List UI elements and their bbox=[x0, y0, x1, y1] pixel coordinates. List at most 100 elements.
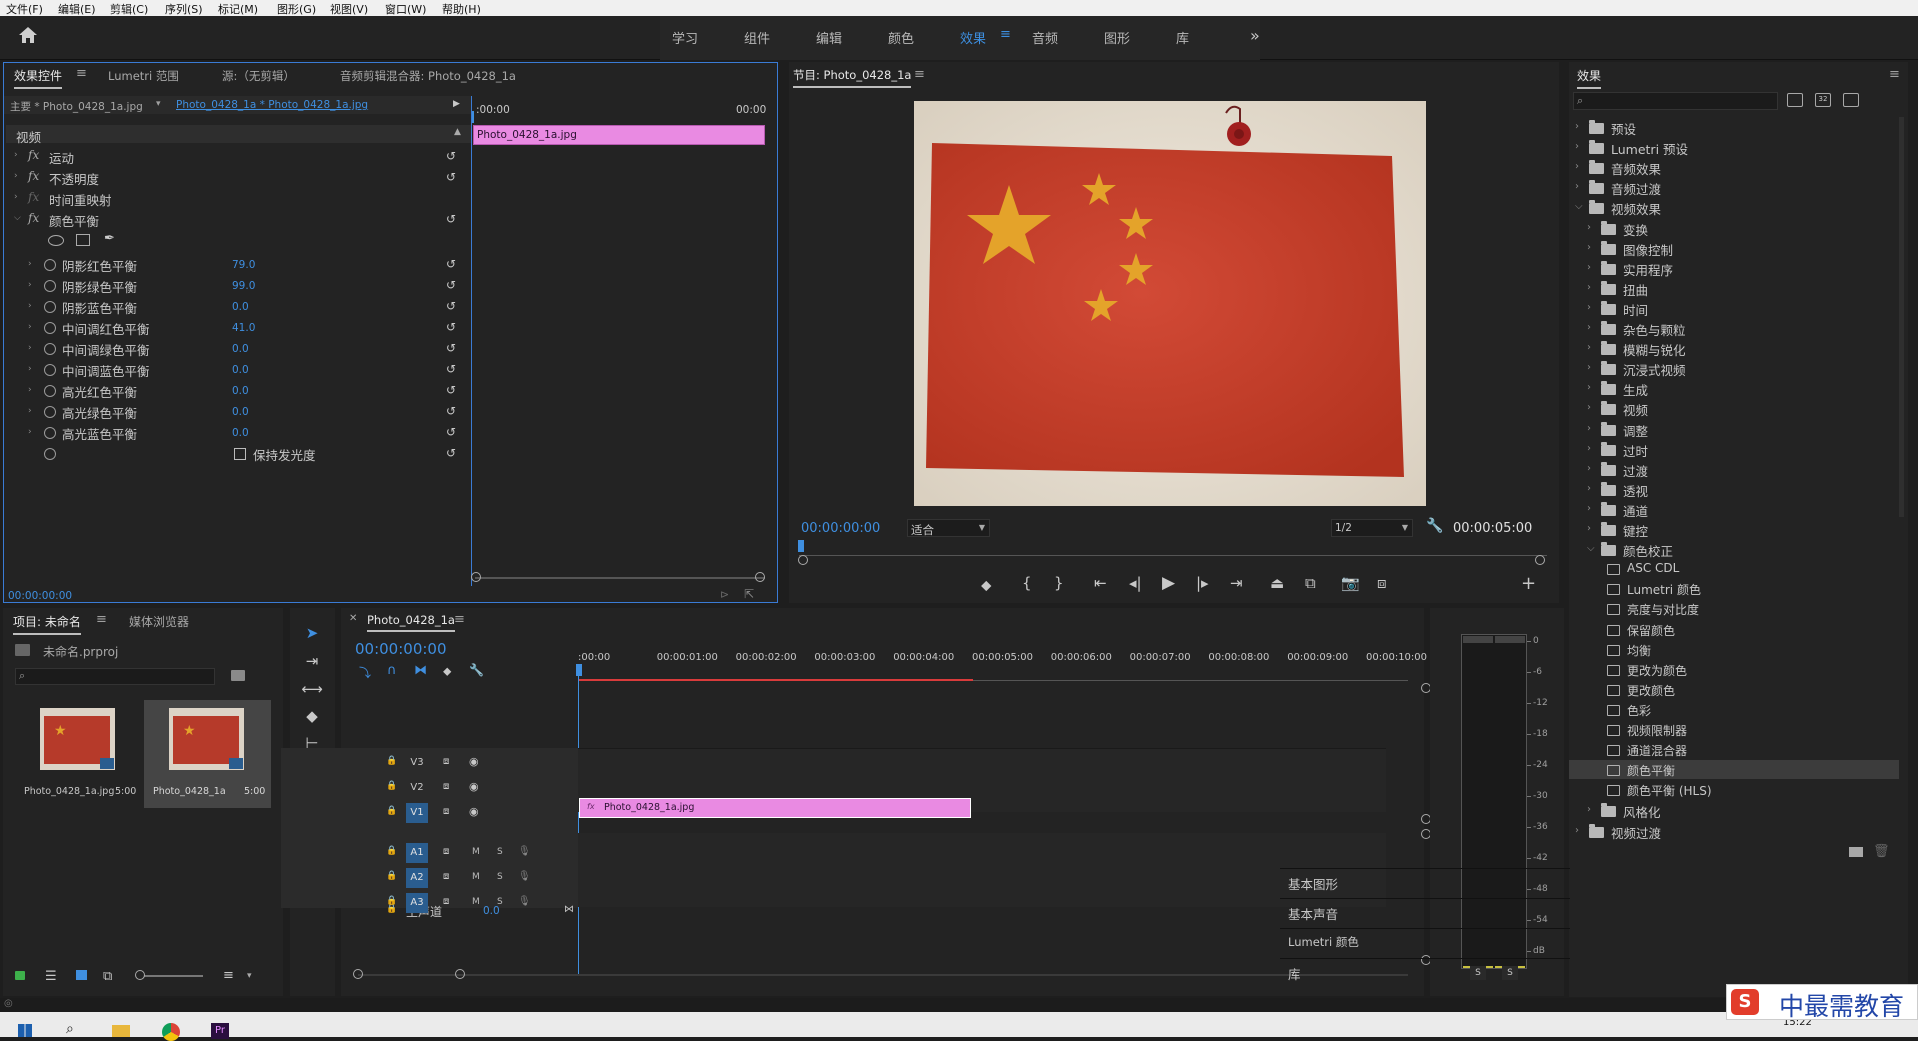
workspace-tab[interactable]: 学习 bbox=[672, 28, 698, 47]
razor-tool-icon[interactable]: ◆ bbox=[301, 707, 323, 729]
extract-icon[interactable]: ⧉ bbox=[1305, 574, 1316, 592]
fx-badge-icon[interactable]: fx bbox=[28, 148, 39, 162]
stopwatch-icon[interactable] bbox=[44, 364, 56, 376]
expand-chevron-icon[interactable]: › bbox=[14, 150, 18, 160]
stopwatch-icon[interactable] bbox=[44, 448, 56, 460]
solo-button[interactable]: S bbox=[497, 897, 503, 907]
panel-menu-icon[interactable]: ≡ bbox=[96, 612, 107, 627]
workspace-tab[interactable]: 库 bbox=[1176, 28, 1189, 47]
expand-chevron-icon[interactable]: › bbox=[1587, 302, 1591, 313]
param-value[interactable]: 0.0 bbox=[232, 406, 249, 418]
stopwatch-icon[interactable] bbox=[44, 406, 56, 418]
wrench-icon[interactable]: 🔧 bbox=[469, 663, 484, 677]
expand-chevron-icon[interactable]: ⌵ bbox=[14, 213, 21, 223]
reset-icon[interactable]: ↺ bbox=[446, 383, 460, 397]
zoom-slider[interactable] bbox=[137, 975, 203, 977]
effect-tree-item[interactable]: 通道混合器 bbox=[1627, 742, 1687, 762]
button-editor-icon[interactable]: + bbox=[1521, 573, 1536, 594]
project-item[interactable]: ★ Photo_0428_1a.jpg 5:00 bbox=[15, 700, 136, 808]
lock-icon[interactable]: 🔒 bbox=[386, 896, 397, 906]
program-playhead[interactable] bbox=[798, 540, 804, 552]
tab-media-browser[interactable]: 媒体浏览器 bbox=[129, 613, 189, 630]
effect-tree-item[interactable]: 颜色平衡 bbox=[1627, 762, 1675, 782]
effect-tree-item[interactable]: 视频 bbox=[1623, 400, 1648, 420]
chrome-icon[interactable] bbox=[162, 1023, 180, 1041]
expand-chevron-icon[interactable]: › bbox=[1587, 342, 1591, 353]
eye-icon[interactable]: ◉ bbox=[469, 805, 479, 818]
effect-tree-item[interactable]: 沉浸式视频 bbox=[1623, 360, 1686, 380]
effect-tree-item[interactable]: 过时 bbox=[1623, 441, 1648, 461]
reset-icon[interactable]: ↺ bbox=[446, 341, 460, 355]
workspace-menu-icon[interactable]: ≡ bbox=[1000, 27, 1011, 42]
expand-chevron-icon[interactable]: ⌵ bbox=[1587, 543, 1595, 554]
tab-project[interactable]: 项目: 未命名 bbox=[13, 613, 81, 635]
ripple-edit-tool-icon[interactable]: ⟷ bbox=[301, 680, 323, 702]
stopwatch-icon[interactable] bbox=[44, 301, 56, 313]
expand-chevron-icon[interactable]: › bbox=[1587, 282, 1591, 293]
play-icon[interactable]: ▶ bbox=[1162, 573, 1175, 593]
param-value[interactable]: 79.0 bbox=[232, 259, 255, 271]
timeline-timecode[interactable]: 00:00:00:00 bbox=[355, 640, 447, 658]
track-target-a3[interactable]: A3 bbox=[406, 893, 428, 913]
expand-chevron-icon[interactable]: › bbox=[28, 301, 32, 311]
menu-item[interactable]: 窗口(W) bbox=[385, 1, 426, 17]
timeline-h-scrollbar[interactable] bbox=[358, 974, 1408, 976]
reset-icon[interactable]: ↺ bbox=[446, 278, 460, 292]
track-target-v3[interactable]: V3 bbox=[406, 753, 428, 773]
tab-effect-controls[interactable]: 效果控件 bbox=[14, 67, 63, 89]
mute-button[interactable]: M bbox=[472, 872, 480, 882]
close-icon[interactable]: ✕ bbox=[349, 613, 357, 624]
step-back-icon[interactable]: ◂| bbox=[1129, 574, 1142, 592]
effect-tree-item[interactable]: 更改为颜色 bbox=[1627, 662, 1687, 682]
mark-in-icon[interactable]: { bbox=[1022, 574, 1032, 592]
effect-tree-item[interactable]: Lumetri 预设 bbox=[1611, 139, 1688, 159]
expand-chevron-icon[interactable]: › bbox=[28, 406, 32, 416]
windows-start-icon[interactable] bbox=[18, 1024, 32, 1037]
reset-icon[interactable]: ↺ bbox=[446, 362, 460, 376]
effect-tree-item[interactable]: 调整 bbox=[1623, 421, 1648, 441]
menu-item[interactable]: 编辑(E) bbox=[58, 1, 96, 17]
sort-icon[interactable]: ≡ bbox=[223, 968, 234, 983]
param-value[interactable]: 0.0 bbox=[232, 301, 249, 313]
ec-zoom-handle-left[interactable] bbox=[471, 572, 481, 582]
h-scroll-handle-left[interactable] bbox=[353, 969, 363, 979]
stopwatch-icon[interactable] bbox=[44, 322, 56, 334]
expand-chevron-icon[interactable]: › bbox=[1575, 121, 1579, 132]
effect-tree-item[interactable]: 杂色与颗粒 bbox=[1623, 320, 1686, 340]
menu-item[interactable]: 帮助(H) bbox=[442, 1, 481, 17]
menu-item[interactable]: 序列(S) bbox=[165, 1, 203, 17]
effect-tree-item[interactable]: 变换 bbox=[1623, 220, 1648, 240]
eye-icon[interactable]: ◉ bbox=[469, 755, 479, 768]
timeline-playhead[interactable] bbox=[576, 664, 582, 676]
param-value[interactable]: 41.0 bbox=[232, 322, 255, 334]
expand-chevron-icon[interactable]: ⌵ bbox=[1575, 201, 1583, 212]
track-select-tool-icon[interactable]: ⇥ bbox=[301, 652, 323, 674]
fit-select[interactable]: 适合 ▼ bbox=[907, 519, 990, 537]
rectangle-mask-icon[interactable] bbox=[76, 234, 90, 246]
tab-lumetri-scopes[interactable]: Lumetri 范围 bbox=[108, 68, 179, 84]
zoom-slider-handle[interactable] bbox=[135, 970, 145, 980]
snap-icon[interactable]: ∩ bbox=[387, 663, 397, 678]
timeline-tab[interactable]: Photo_0428_1a bbox=[367, 613, 455, 632]
collapsed-panel[interactable]: 基本图形 bbox=[1280, 868, 1570, 892]
go-to-in-icon[interactable]: ⇤ bbox=[1094, 574, 1107, 592]
go-to-next-edit-icon[interactable]: ⋈ bbox=[564, 904, 574, 915]
effect-tree-item[interactable]: 颜色校正 bbox=[1623, 541, 1673, 561]
fx-badge-icon[interactable]: fx bbox=[28, 211, 39, 225]
effect-tree-item[interactable]: 音频过渡 bbox=[1611, 179, 1661, 199]
expand-chevron-icon[interactable]: › bbox=[1587, 523, 1591, 534]
track-target-v1[interactable]: V1 bbox=[406, 803, 428, 823]
effect-tree-item[interactable]: 时间 bbox=[1623, 300, 1648, 320]
effect-tree-item[interactable]: 预设 bbox=[1611, 119, 1636, 139]
effect-tree-item[interactable]: 模糊与锐化 bbox=[1623, 340, 1686, 360]
workspace-tab[interactable]: 编辑 bbox=[816, 28, 842, 47]
effect-tree-item[interactable]: 风格化 bbox=[1623, 802, 1661, 822]
expand-chevron-icon[interactable]: › bbox=[28, 427, 32, 437]
fx-badge-icon[interactable]: fx bbox=[28, 169, 39, 183]
expand-chevron-icon[interactable]: › bbox=[1587, 362, 1591, 373]
workspace-tab[interactable]: 组件 bbox=[744, 28, 770, 47]
stopwatch-icon[interactable] bbox=[44, 385, 56, 397]
effect-tree-item[interactable]: 音频效果 bbox=[1611, 159, 1661, 179]
expand-chevron-icon[interactable]: › bbox=[28, 364, 32, 374]
microphone-icon[interactable]: 🎙 bbox=[518, 846, 531, 857]
